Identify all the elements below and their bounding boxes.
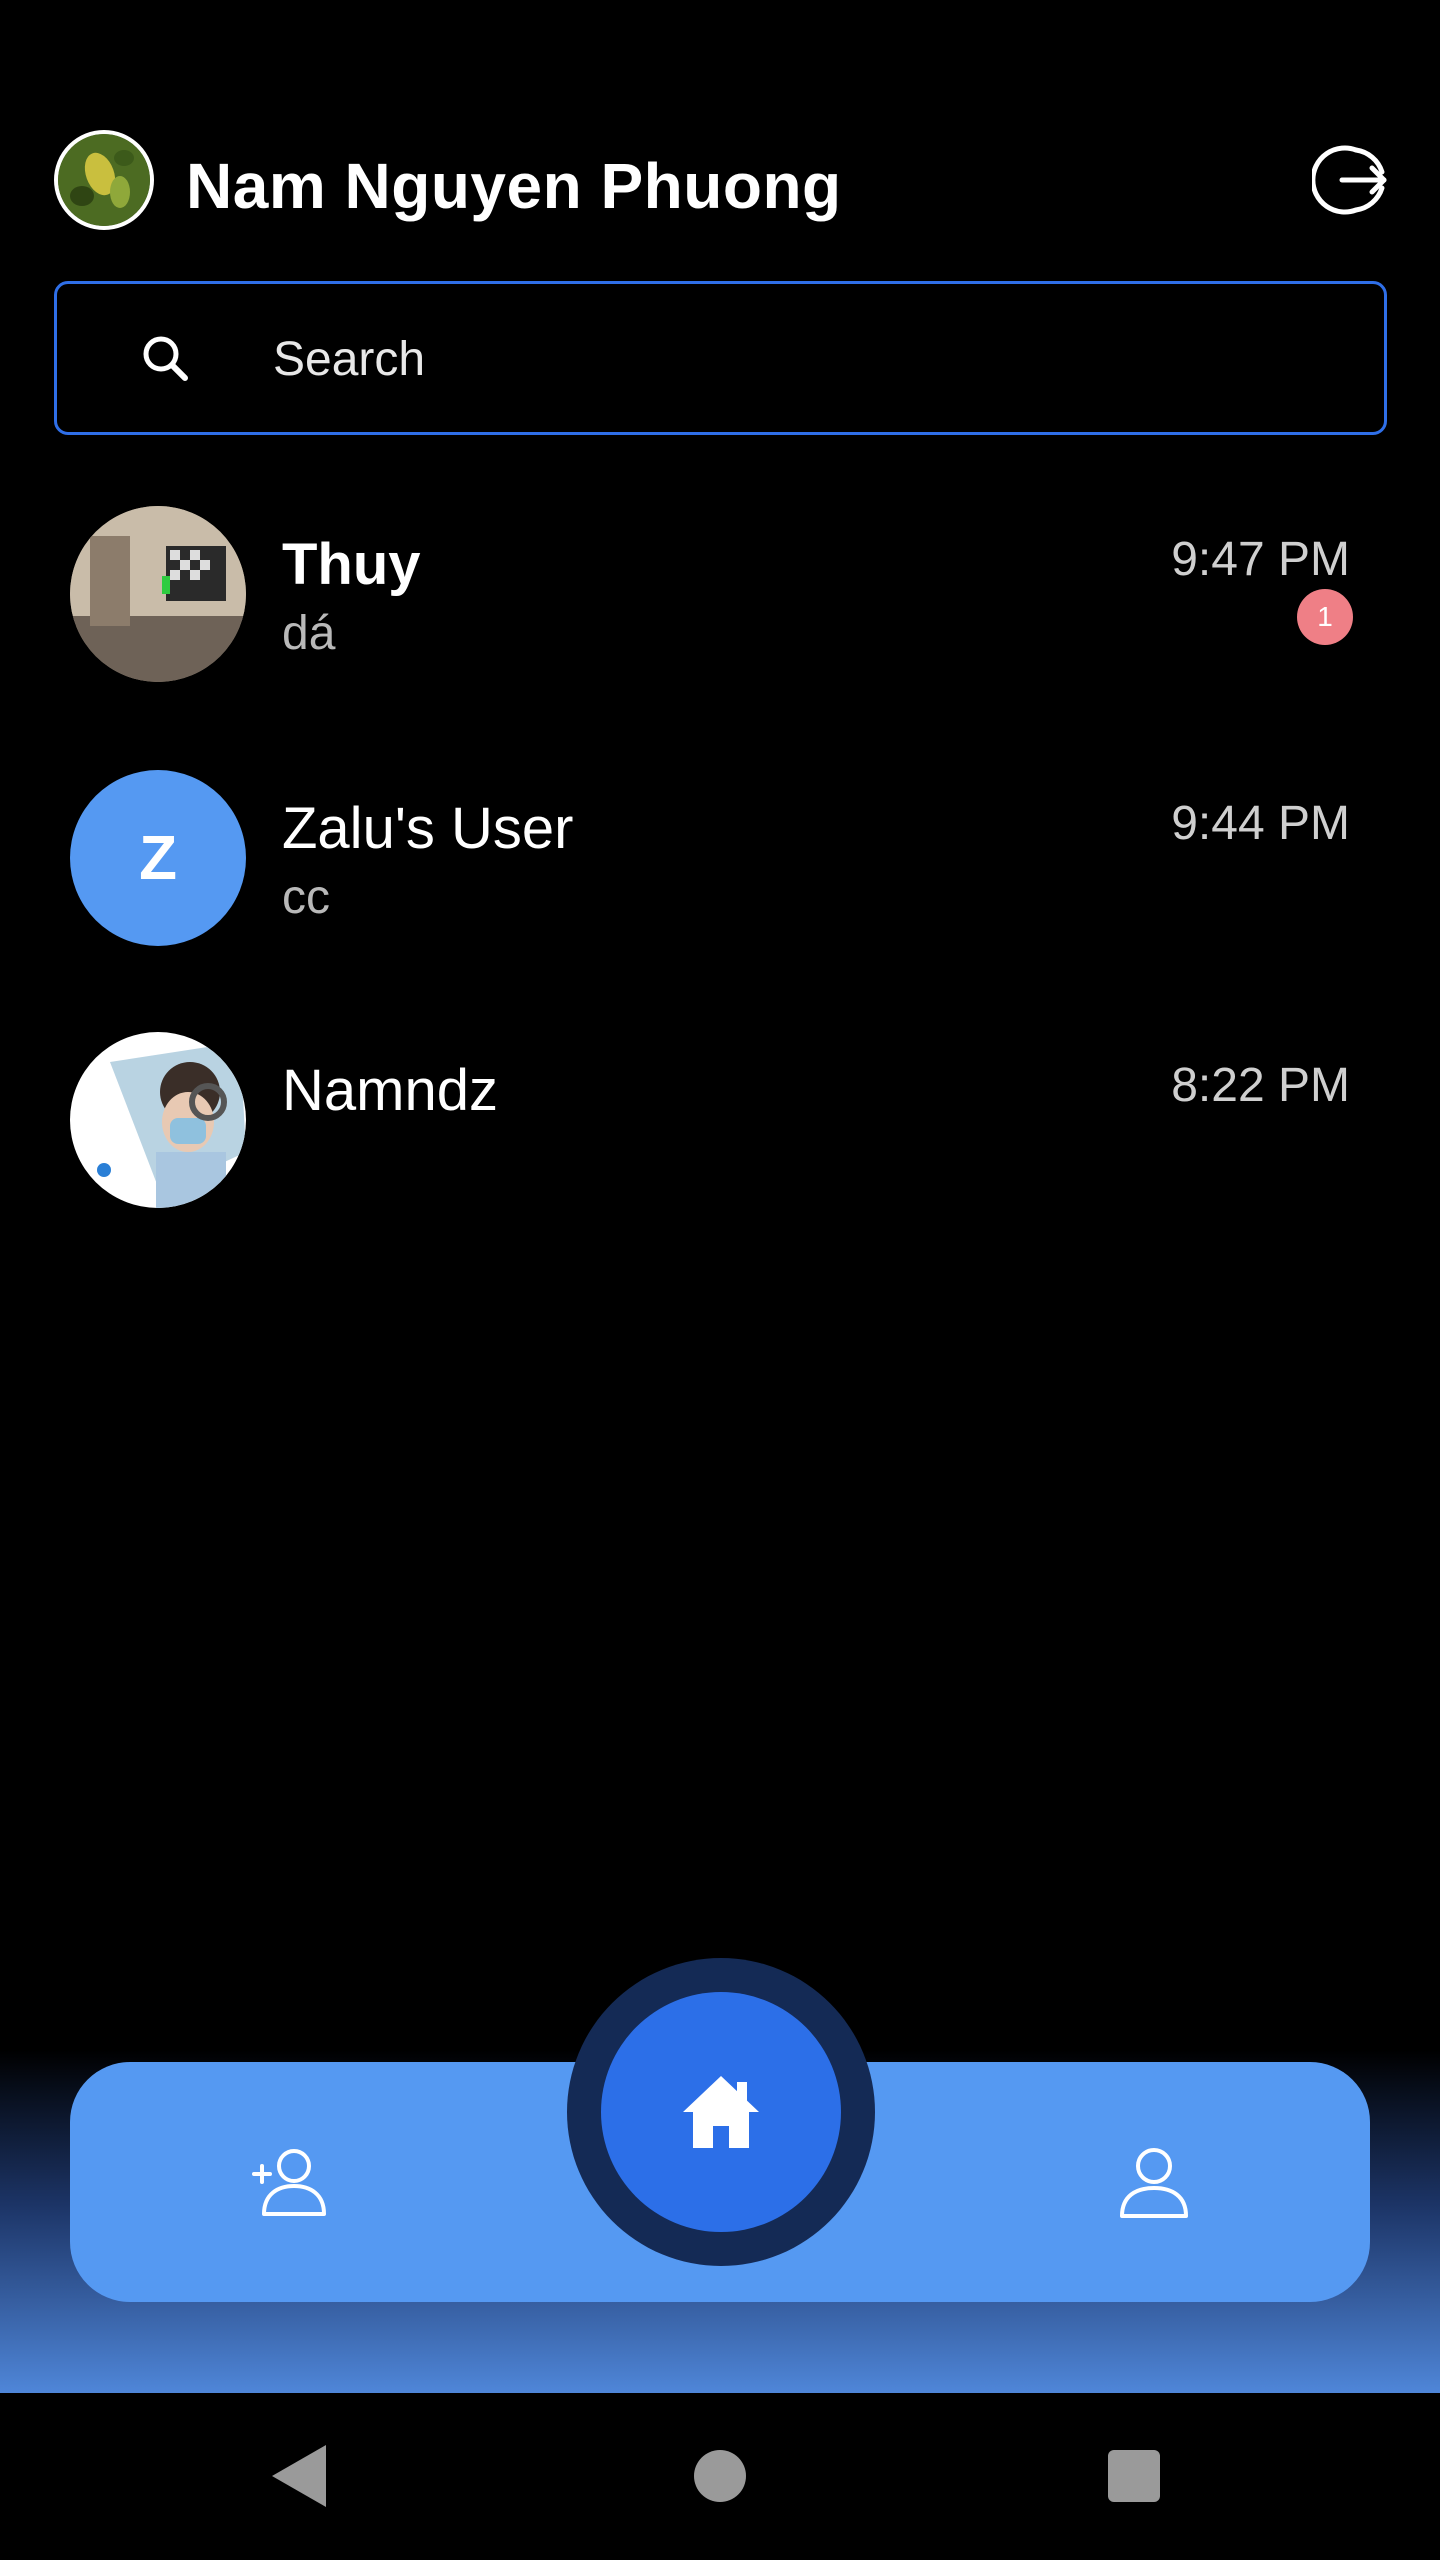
search-input[interactable] (271, 312, 1325, 406)
logout-icon (1312, 145, 1387, 215)
recents-icon[interactable] (1108, 2450, 1160, 2502)
logout-button[interactable] (1312, 142, 1388, 218)
back-icon[interactable] (270, 2443, 330, 2509)
message-time: 9:47 PM (1171, 533, 1350, 586)
conversation-name: Thuy (282, 532, 421, 597)
system-nav-bar (0, 2393, 1440, 2560)
conversation-name: Namndz (282, 1058, 498, 1123)
profile-icon (1120, 2148, 1188, 2218)
avatar (70, 506, 246, 682)
add-friend-icon (252, 2149, 326, 2216)
message-preview: dá (282, 607, 336, 660)
chat-list-screen: Nam Nguyen Phuong Search Thuy dá 9:47 PM… (0, 0, 1440, 2560)
home-button[interactable] (601, 1992, 841, 2232)
user-avatar-image (58, 134, 150, 226)
search-icon (143, 336, 188, 381)
letter-avatar: Z (70, 770, 246, 946)
user-name: Nam Nguyen Phuong (186, 150, 842, 222)
conversation-name: Zalu's User (282, 796, 574, 861)
profile-button[interactable] (1104, 2132, 1204, 2232)
home-icon (683, 2076, 759, 2148)
avatar-photo (70, 1032, 246, 1208)
message-time: 8:22 PM (1171, 1059, 1350, 1112)
home-circle-icon[interactable] (694, 2450, 746, 2502)
user-avatar[interactable] (54, 130, 154, 230)
message-time: 9:44 PM (1171, 797, 1350, 850)
conversation-item-namndz[interactable]: Namndz 8:22 PM (0, 1032, 1440, 1262)
add-friend-button[interactable] (240, 2132, 340, 2232)
search-bar[interactable] (54, 281, 1387, 435)
conversation-item-zalus-user[interactable]: Z Zalu's User cc 9:44 PM (0, 770, 1440, 1000)
avatar-photo (70, 506, 246, 682)
avatar (70, 1032, 246, 1208)
message-preview: cc (282, 871, 330, 924)
unread-badge: 1 (1297, 589, 1353, 645)
conversation-item-thuy[interactable]: Thuy dá 9:47 PM 1 (0, 506, 1440, 736)
app-header: Nam Nguyen Phuong (0, 0, 1440, 260)
